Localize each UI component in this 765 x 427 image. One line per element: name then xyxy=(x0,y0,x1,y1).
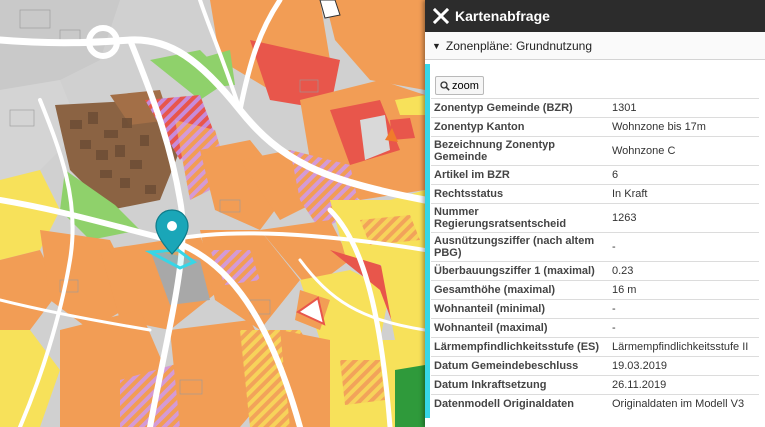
attr-key: Bezeichnung Zonentyp Gemeinde xyxy=(431,136,609,166)
section-toggle[interactable]: ▼ Zonenpläne: Grundnutzung xyxy=(425,32,765,60)
attr-key: Wohnanteil (maximal) xyxy=(431,318,609,338)
attr-value: 1301 xyxy=(609,98,759,118)
attr-value: Lärmempfindlichkeitsstufe II xyxy=(609,337,759,357)
attr-key: Nummer Regierungsratsentscheid xyxy=(431,203,609,233)
attr-value: 1263 xyxy=(609,203,759,233)
query-panel: Kartenabfrage ▼ Zonenpläne: Grundnutzung… xyxy=(425,0,765,427)
attr-key: Datum Gemeindebeschluss xyxy=(431,356,609,376)
table-row: Zonentyp Gemeinde (BZR) 1301 xyxy=(431,98,759,118)
panel-content: zoom Zonentyp Gemeinde (BZR) 1301 Zonenty… xyxy=(425,64,765,427)
zoom-label: zoom xyxy=(452,79,479,92)
attr-key: Datenmodell Originaldaten xyxy=(431,394,609,414)
section-label: Zonenpläne: Grundnutzung xyxy=(445,38,593,53)
accent-bar xyxy=(425,64,430,418)
attr-value: Originaldaten im Modell V3 xyxy=(609,394,759,414)
attr-value: 19.03.2019 xyxy=(609,356,759,376)
attr-key: Überbauungsziffer 1 (maximal) xyxy=(431,261,609,281)
attr-value: - xyxy=(609,232,759,262)
attr-key: Zonentyp Gemeinde (BZR) xyxy=(431,98,609,118)
table-row: Ausnützungsziffer (nach altem PBG) - xyxy=(431,232,759,262)
caret-down-icon: ▼ xyxy=(432,40,441,51)
table-row: Datum Gemeindebeschluss 19.03.2019 xyxy=(431,356,759,376)
attr-key: Artikel im BZR xyxy=(431,165,609,185)
attr-value: 26.11.2019 xyxy=(609,375,759,395)
attr-value: 0.23 xyxy=(609,261,759,281)
attr-value: - xyxy=(609,318,759,338)
table-row: Zonentyp Kanton Wohnzone bis 17m xyxy=(431,117,759,137)
table-row: Rechtsstatus In Kraft xyxy=(431,184,759,204)
attr-key: Wohnanteil (minimal) xyxy=(431,299,609,319)
table-row: Gesamthöhe (maximal) 16 m xyxy=(431,280,759,300)
panel-title: Kartenabfrage xyxy=(455,8,550,24)
attr-key: Datum Inkraftsetzung xyxy=(431,375,609,395)
table-row: Nummer Regierungsratsentscheid 1263 xyxy=(431,203,759,233)
attr-value: - xyxy=(609,299,759,319)
attr-value: 16 m xyxy=(609,280,759,300)
attr-value: In Kraft xyxy=(609,184,759,204)
attr-key: Gesamthöhe (maximal) xyxy=(431,280,609,300)
table-row: Bezeichnung Zonentyp Gemeinde Wohnzone C xyxy=(431,136,759,166)
attr-key: Lärmempfindlichkeitsstufe (ES) xyxy=(431,337,609,357)
attr-key: Zonentyp Kanton xyxy=(431,117,609,137)
search-icon xyxy=(440,80,450,91)
close-icon[interactable] xyxy=(433,8,449,24)
attribute-table: Zonentyp Gemeinde (BZR) 1301 Zonentyp Kan… xyxy=(431,98,759,414)
attr-value: 6 xyxy=(609,165,759,185)
panel-header: Kartenabfrage xyxy=(425,0,765,32)
table-row: Lärmempfindlichkeitsstufe (ES) Lärmempfin… xyxy=(431,337,759,357)
attr-value: Wohnzone C xyxy=(609,136,759,166)
attr-value: Wohnzone bis 17m xyxy=(609,117,759,137)
table-row: Überbauungsziffer 1 (maximal) 0.23 xyxy=(431,261,759,281)
table-row: Artikel im BZR 6 xyxy=(431,165,759,185)
table-row: Datenmodell Originaldaten Originaldaten i… xyxy=(431,394,759,414)
table-row: Datum Inkraftsetzung 26.11.2019 xyxy=(431,375,759,395)
table-row: Wohnanteil (maximal) - xyxy=(431,318,759,338)
zoom-button[interactable]: zoom xyxy=(435,76,484,95)
table-row: Wohnanteil (minimal) - xyxy=(431,299,759,319)
attr-key: Ausnützungsziffer (nach altem PBG) xyxy=(431,232,609,262)
attr-key: Rechtsstatus xyxy=(431,184,609,204)
